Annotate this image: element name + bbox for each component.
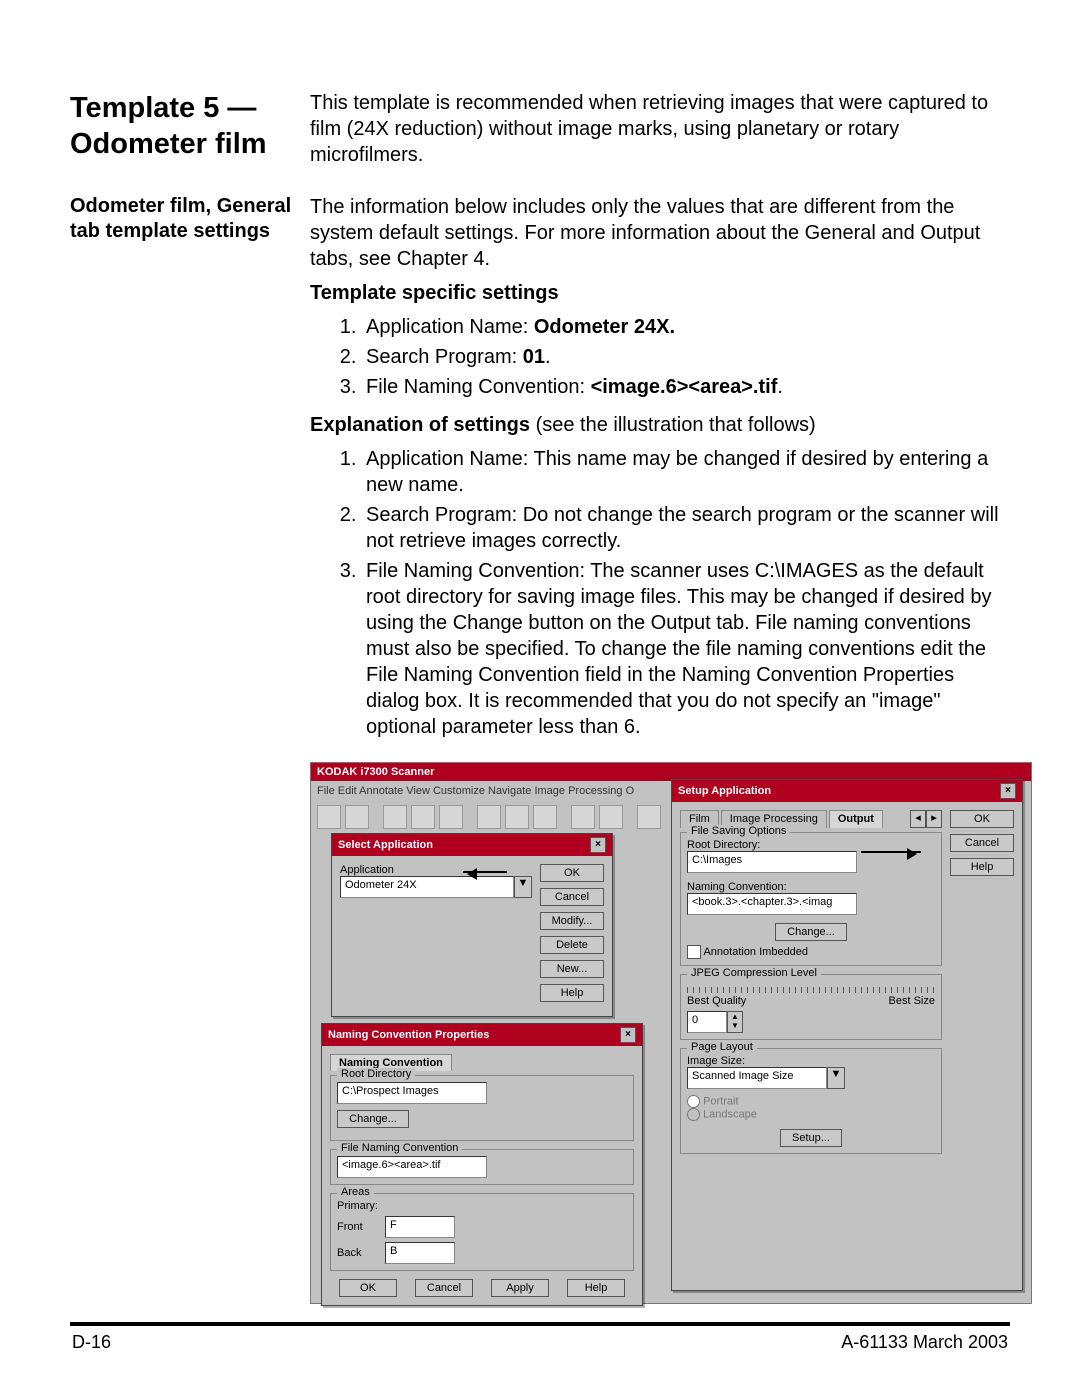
dialog-title: Naming Convention Properties	[328, 1029, 489, 1041]
front-label: Front	[337, 1221, 377, 1233]
dialog-title: Setup Application	[678, 785, 771, 797]
jpeg-left-label: Best Quality	[687, 995, 746, 1007]
back-label: Back	[337, 1247, 377, 1259]
list-item: Search Program: Do not change the search…	[362, 502, 1010, 554]
help-button[interactable]: Help	[540, 984, 604, 1002]
section-intro: The information below includes only the …	[310, 194, 1010, 272]
setup-button[interactable]: Setup...	[780, 1129, 842, 1147]
fnc-field[interactable]: <image.6><area>.tif	[337, 1156, 487, 1178]
fieldset-legend: Page Layout	[687, 1041, 757, 1053]
fieldset-legend: JPEG Compression Level	[687, 967, 821, 979]
root-dir-field[interactable]: C:\Images	[687, 851, 857, 873]
close-icon[interactable]: ×	[590, 837, 606, 853]
primary-label: Primary:	[337, 1200, 627, 1212]
chevron-down-icon[interactable]: ▼	[827, 1067, 845, 1089]
footer-right: A-61133 March 2003	[841, 1332, 1008, 1353]
toolbar-button[interactable]	[317, 805, 341, 829]
close-icon[interactable]: ×	[620, 1027, 636, 1043]
portrait-label: Portrait	[703, 1095, 738, 1107]
scroll-right-icon[interactable]: ▸	[926, 810, 942, 828]
intro-text: This template is recommended when retrie…	[310, 90, 1010, 168]
list-item: File Naming Convention: <image.6><area>.…	[362, 374, 1010, 400]
spinner-icon[interactable]: ▲▼	[727, 1011, 743, 1033]
root-label: Root Directory:	[687, 839, 935, 851]
jpeg-value-field[interactable]: 0	[687, 1011, 727, 1033]
delete-button[interactable]: Delete	[540, 936, 604, 954]
section-heading: Odometer film, General tab template sett…	[70, 194, 310, 244]
jpeg-slider[interactable]	[687, 987, 935, 993]
back-field[interactable]: B	[385, 1242, 455, 1264]
toolbar-button[interactable]	[383, 805, 407, 829]
callout-arrow	[463, 871, 507, 873]
ok-button[interactable]: OK	[540, 864, 604, 882]
list-item: Application Name: This name may be chang…	[362, 446, 1010, 498]
scroll-left-icon[interactable]: ◂	[910, 810, 926, 828]
window-title: KODAK i7300 Scanner	[317, 766, 434, 778]
chevron-down-icon[interactable]: ▼	[514, 876, 532, 898]
tss-list: Application Name: Odometer 24X. Search P…	[310, 314, 1010, 400]
jpeg-right-label: Best Size	[889, 995, 935, 1007]
list-item: Application Name: Odometer 24X.	[362, 314, 1010, 340]
change-button[interactable]: Change...	[337, 1110, 409, 1128]
footer-left: D-16	[72, 1332, 111, 1353]
cancel-button[interactable]: Cancel	[950, 834, 1014, 852]
toolbar-button[interactable]	[599, 805, 623, 829]
cancel-button[interactable]: Cancel	[540, 888, 604, 906]
toolbar-button[interactable]	[571, 805, 595, 829]
footer-rule	[70, 1322, 1010, 1326]
fieldset-legend: Areas	[337, 1186, 374, 1198]
page-title: Template 5 — Odometer film	[70, 90, 310, 163]
list-item: File Naming Convention: The scanner uses…	[362, 558, 1010, 740]
toolbar-button[interactable]	[637, 805, 661, 829]
tab-output[interactable]: Output	[829, 810, 883, 828]
help-button[interactable]: Help	[567, 1279, 625, 1297]
callout-arrow	[861, 851, 921, 853]
exp-list: Application Name: This name may be chang…	[310, 446, 1010, 740]
fieldset-legend: Root Directory	[337, 1068, 415, 1080]
imgsize-dropdown[interactable]: Scanned Image Size	[687, 1067, 827, 1089]
annotation-label: Annotation Imbedded	[703, 946, 808, 958]
landscape-label: Landscape	[703, 1108, 757, 1120]
portrait-radio[interactable]	[687, 1095, 700, 1108]
toolbar-button[interactable]	[345, 805, 369, 829]
ok-button[interactable]: OK	[950, 810, 1014, 828]
modify-button[interactable]: Modify...	[540, 912, 604, 930]
apply-button[interactable]: Apply	[491, 1279, 549, 1297]
nc-label: Naming Convention:	[687, 881, 935, 893]
application-dropdown[interactable]: Odometer 24X	[340, 876, 514, 898]
exp-heading: Explanation of settings (see the illustr…	[310, 412, 1010, 438]
dialog-title: Select Application	[338, 839, 433, 851]
front-field[interactable]: F	[385, 1216, 455, 1238]
root-dir-field[interactable]: C:\Prospect Images	[337, 1082, 487, 1104]
toolbar-button[interactable]	[505, 805, 529, 829]
imgsize-label: Image Size:	[687, 1055, 935, 1067]
fieldset-legend: File Saving Options	[687, 825, 790, 837]
tss-heading: Template specific settings	[310, 280, 1010, 306]
annotation-checkbox[interactable]	[687, 945, 701, 959]
toolbar-button[interactable]	[439, 805, 463, 829]
cancel-button[interactable]: Cancel	[415, 1279, 473, 1297]
toolbar-button[interactable]	[533, 805, 557, 829]
new-button[interactable]: New...	[540, 960, 604, 978]
help-button[interactable]: Help	[950, 858, 1014, 876]
field-label: Application	[340, 864, 532, 876]
fieldset-legend: File Naming Convention	[337, 1142, 462, 1154]
toolbar-button[interactable]	[477, 805, 501, 829]
embedded-screenshot: KODAK i7300 Scanner File Edit Annotate V…	[310, 762, 1032, 1304]
landscape-radio[interactable]	[687, 1108, 700, 1121]
change-button[interactable]: Change...	[775, 923, 847, 941]
list-item: Search Program: 01.	[362, 344, 1010, 370]
nc-field[interactable]: <book.3>.<chapter.3>.<imag	[687, 893, 857, 915]
close-icon[interactable]: ×	[1000, 783, 1016, 799]
ok-button[interactable]: OK	[339, 1279, 397, 1297]
toolbar-button[interactable]	[411, 805, 435, 829]
